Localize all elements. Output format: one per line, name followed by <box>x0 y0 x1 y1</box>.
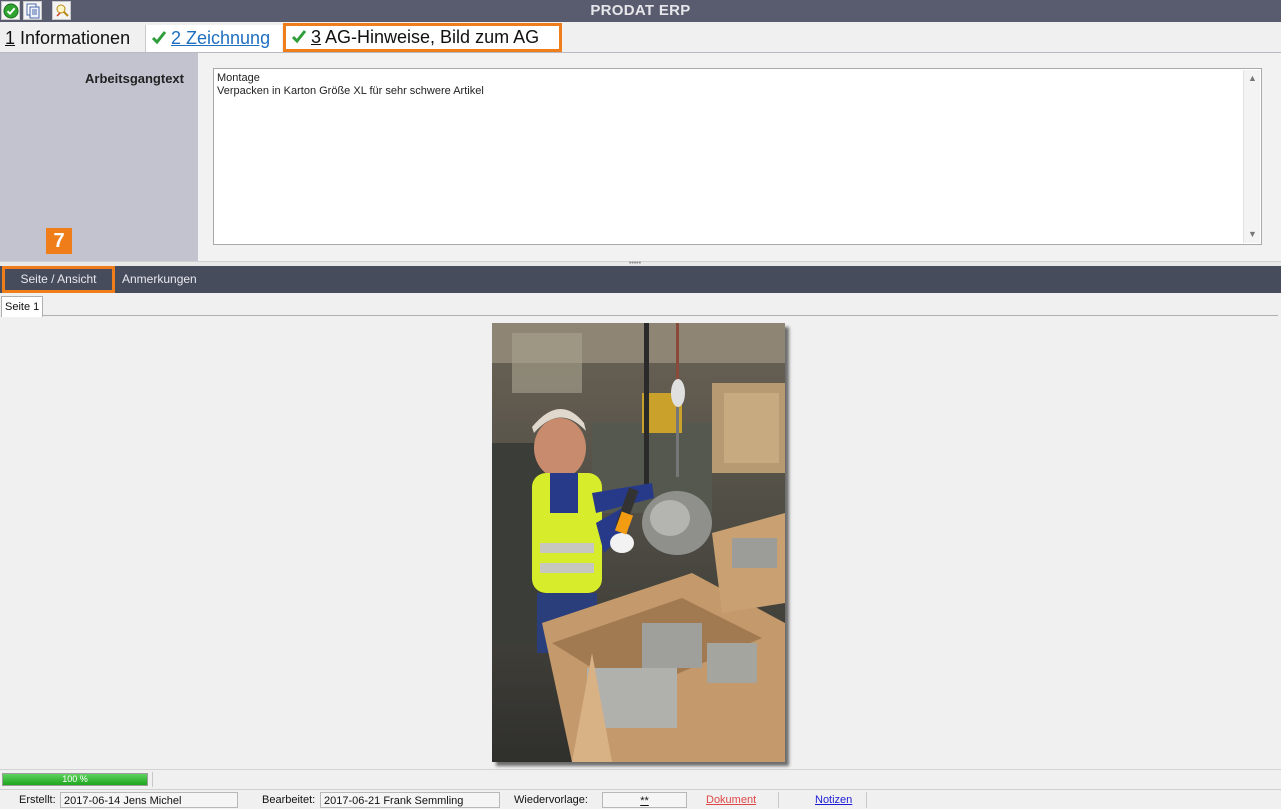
status-bar: Erstellt: 2017-06-14 Jens Michel Bearbei… <box>0 789 1281 809</box>
app-title: PRODAT ERP <box>590 2 691 19</box>
divider <box>778 792 779 808</box>
created-label: Erstellt: <box>19 794 56 806</box>
tab-label: Zeichnung <box>181 28 271 48</box>
scroll-down-icon[interactable]: ▼ <box>1247 229 1258 240</box>
progress-label: 100 % <box>62 774 88 784</box>
divider <box>866 792 867 808</box>
text-line: Verpacken in Karton Größe XL für sehr sc… <box>217 85 484 97</box>
tab-label: Informationen <box>15 28 131 48</box>
text-line: Montage <box>217 72 260 84</box>
main-tab-bar: 1 Informationen 2 Zeichnung 3 AG-Hinweis… <box>0 22 1281 53</box>
tab-number: 3 <box>311 27 322 47</box>
arbeitsgangtext-field[interactable]: Montage Verpacken in Karton Größe XL für… <box>213 68 1262 245</box>
document-link[interactable]: Dokument <box>706 792 756 808</box>
tab-seite-1[interactable]: Seite 1 <box>1 296 44 317</box>
work-step-photo <box>492 323 785 762</box>
tab-ag-hinweise[interactable]: 3 AG-Hinweise, Bild zum AG <box>283 23 562 52</box>
followup-field[interactable]: ** <box>602 792 687 808</box>
callout-badge: 7 <box>46 228 72 254</box>
notes-link[interactable]: Notizen <box>815 792 852 808</box>
tab-anmerkungen[interactable]: Anmerkungen <box>122 266 197 293</box>
scroll-up-icon[interactable]: ▲ <box>1247 73 1258 84</box>
check-icon <box>291 30 307 44</box>
vertical-scrollbar[interactable]: ▲ ▼ <box>1243 70 1260 243</box>
tab-number: 2 <box>171 28 182 48</box>
tab-divider <box>43 315 1278 316</box>
progress-bar: 100 % <box>2 773 148 786</box>
tab-label: AG-Hinweise, Bild zum AG <box>321 27 540 47</box>
edited-label: Bearbeitet: <box>262 794 316 806</box>
created-value: 2017-06-14 Jens Michel <box>60 792 238 808</box>
field-label-panel: Arbeitsgangtext <box>0 53 198 261</box>
arbeitsgangtext-label: Arbeitsgangtext <box>85 71 184 86</box>
tab-seite-ansicht[interactable]: Seite / Ansicht <box>2 266 115 293</box>
tab-zeichnung[interactable]: 2 Zeichnung <box>145 25 282 52</box>
tab-number: 1 <box>5 28 16 48</box>
page-tab-bar: Seite 1 <box>0 293 1281 317</box>
progress-row: 100 % <box>0 769 1281 788</box>
divider <box>152 772 153 787</box>
check-icon <box>151 31 167 45</box>
form-area: Montage Verpacken in Karton Größe XL für… <box>198 53 1281 261</box>
edited-value: 2017-06-21 Frank Semmling <box>320 792 500 808</box>
followup-label: Wiedervorlage: <box>514 794 588 806</box>
title-bar: PRODAT ERP <box>0 0 1281 22</box>
tab-informationen[interactable]: 1 Informationen <box>0 25 144 52</box>
sub-tab-bar: Seite / Ansicht Anmerkungen <box>0 266 1281 293</box>
